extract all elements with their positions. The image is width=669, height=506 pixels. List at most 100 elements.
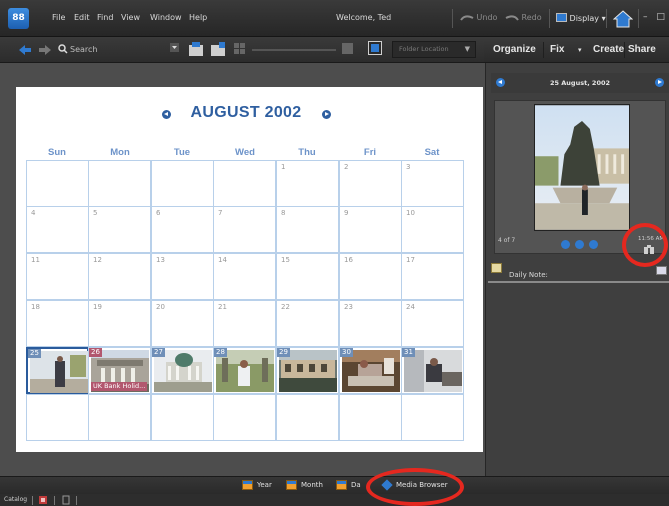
calendar-day-cell[interactable]: 1 — [276, 160, 339, 207]
undo-icon — [460, 15, 474, 21]
play-button[interactable] — [575, 240, 584, 249]
menu-edit[interactable]: Edit — [74, 13, 90, 22]
calendar-cell-empty — [26, 160, 89, 207]
year-view-button[interactable]: Year — [257, 481, 272, 489]
day-number: 4 — [31, 209, 36, 217]
day-number: 12 — [93, 256, 102, 264]
calendar-day-cell[interactable]: 15 — [276, 253, 339, 300]
search-icon[interactable] — [58, 44, 68, 54]
menu-file[interactable]: File — [52, 13, 65, 22]
thumbnail-size-icon[interactable] — [342, 43, 354, 55]
menu-window[interactable]: Window — [150, 13, 182, 22]
display-menu-button[interactable]: Display ▾ — [556, 13, 606, 23]
chevron-down-icon[interactable]: ▾ — [578, 46, 582, 54]
app-logo-icon[interactable]: 88 — [8, 8, 29, 29]
window-controls[interactable]: – □ — [643, 12, 668, 22]
divider — [606, 9, 607, 28]
calendar-day-cell[interactable]: 30 — [339, 347, 402, 394]
zoom-slider[interactable] — [252, 49, 336, 51]
year-view-icon — [242, 480, 253, 490]
calendar-day-cell[interactable]: 28 — [213, 347, 276, 394]
calendar-cell-empty — [213, 394, 276, 441]
day-number: 10 — [406, 209, 415, 217]
grid-view-icon[interactable] — [234, 43, 246, 55]
full-screen-icon[interactable] — [368, 41, 382, 55]
day-number: 20 — [156, 303, 165, 311]
calendar-day-cell[interactable]: 7 — [213, 206, 276, 253]
calendar-day-cell[interactable]: 5 — [88, 206, 151, 253]
calendar-day-cell[interactable]: 21 — [213, 300, 276, 347]
menu-help[interactable]: Help — [189, 13, 207, 22]
calendar-day-cell[interactable]: 22 — [276, 300, 339, 347]
import-icon[interactable] — [188, 41, 204, 57]
export-icon[interactable] — [210, 41, 226, 57]
calendar-day-cell[interactable]: 20 — [151, 300, 214, 347]
calendar-day-cell[interactable]: 2 — [339, 160, 402, 207]
divider — [624, 42, 625, 58]
calendar-day-cell[interactable]: 4 — [26, 206, 89, 253]
redo-button[interactable]: Redo — [505, 13, 542, 22]
day-number: 25 — [28, 349, 41, 358]
previous-day-button[interactable] — [496, 78, 505, 87]
day-number: 19 — [93, 303, 102, 311]
day-number: 5 — [93, 209, 98, 217]
tab-share[interactable]: Share — [628, 44, 656, 55]
divider — [638, 9, 639, 28]
next-day-button[interactable] — [655, 78, 664, 87]
tab-organize[interactable]: Organize — [493, 44, 536, 55]
calendar-day-cell[interactable]: 16 — [339, 253, 402, 300]
next-photo-button[interactable] — [589, 240, 598, 249]
sync-icon[interactable] — [62, 495, 70, 505]
status-bar — [0, 494, 669, 506]
redo-label: Redo — [521, 13, 542, 22]
calendar-day-cell[interactable]: 23 — [339, 300, 402, 347]
day-number: 24 — [406, 303, 415, 311]
folder-location-select[interactable]: Folder Location ▼ — [392, 41, 476, 58]
divider — [54, 496, 55, 505]
edit-note-icon[interactable] — [656, 266, 667, 275]
calendar-day-cell[interactable]: 24 — [401, 300, 464, 347]
calendar-cell-empty — [151, 160, 214, 207]
undo-button[interactable]: Undo — [460, 13, 497, 22]
calendar-title: AUGUST 2002 — [190, 104, 302, 121]
calendar-day-cell[interactable]: 6 — [151, 206, 214, 253]
calendar-day-cell[interactable]: 14 — [213, 253, 276, 300]
calendar-day-cell[interactable]: 3 — [401, 160, 464, 207]
calendar-day-cell[interactable]: 17 — [401, 253, 464, 300]
month-view-button[interactable]: Month — [301, 481, 323, 489]
calendar-day-cell[interactable]: 29 — [276, 347, 339, 394]
calendar-day-cell[interactable]: 12 — [88, 253, 151, 300]
next-month-button[interactable] — [322, 110, 331, 119]
calendar-day-cell[interactable]: 10 — [401, 206, 464, 253]
catalog-icon[interactable] — [38, 495, 48, 505]
previous-photo-button[interactable] — [561, 240, 570, 249]
back-arrow-icon[interactable] — [18, 44, 32, 56]
calendar-day-cell[interactable]: 26 UK Bank Holid... — [88, 347, 151, 394]
calendar-day-cell[interactable]: 27 — [151, 347, 214, 394]
calendar-day-cell[interactable]: 9 — [339, 206, 402, 253]
folder-location-label: Folder Location — [399, 45, 449, 53]
dropdown-toggle-icon[interactable] — [170, 42, 180, 52]
previous-month-button[interactable] — [162, 110, 171, 119]
calendar-day-cell[interactable]: 18 — [26, 300, 89, 347]
menu-find[interactable]: Find — [97, 13, 113, 22]
day-view-button[interactable]: Da — [351, 481, 361, 489]
menu-view[interactable]: View — [121, 13, 140, 22]
catalog-label[interactable]: Catalog — [4, 496, 27, 503]
home-icon[interactable] — [613, 9, 633, 29]
photo-preview[interactable] — [534, 104, 630, 231]
calendar-day-cell[interactable]: 11 — [26, 253, 89, 300]
calendar-day-cell[interactable]: 19 — [88, 300, 151, 347]
calendar-day-cell-selected[interactable]: 25 — [26, 347, 89, 394]
forward-arrow-icon[interactable] — [38, 44, 52, 56]
calendar-day-cell[interactable]: 31 — [401, 347, 464, 394]
tab-fix[interactable]: Fix — [550, 44, 564, 55]
calendar-day-cell[interactable]: 13 — [151, 253, 214, 300]
divider — [452, 9, 453, 28]
day-number: 9 — [344, 209, 349, 217]
toolbar: Search Folder Location ▼ — [0, 37, 484, 63]
daily-note-label: Daily Note: — [509, 271, 548, 279]
search-field[interactable]: Search — [70, 45, 97, 54]
calendar-day-cell[interactable]: 8 — [276, 206, 339, 253]
tab-create[interactable]: Create — [593, 44, 624, 55]
